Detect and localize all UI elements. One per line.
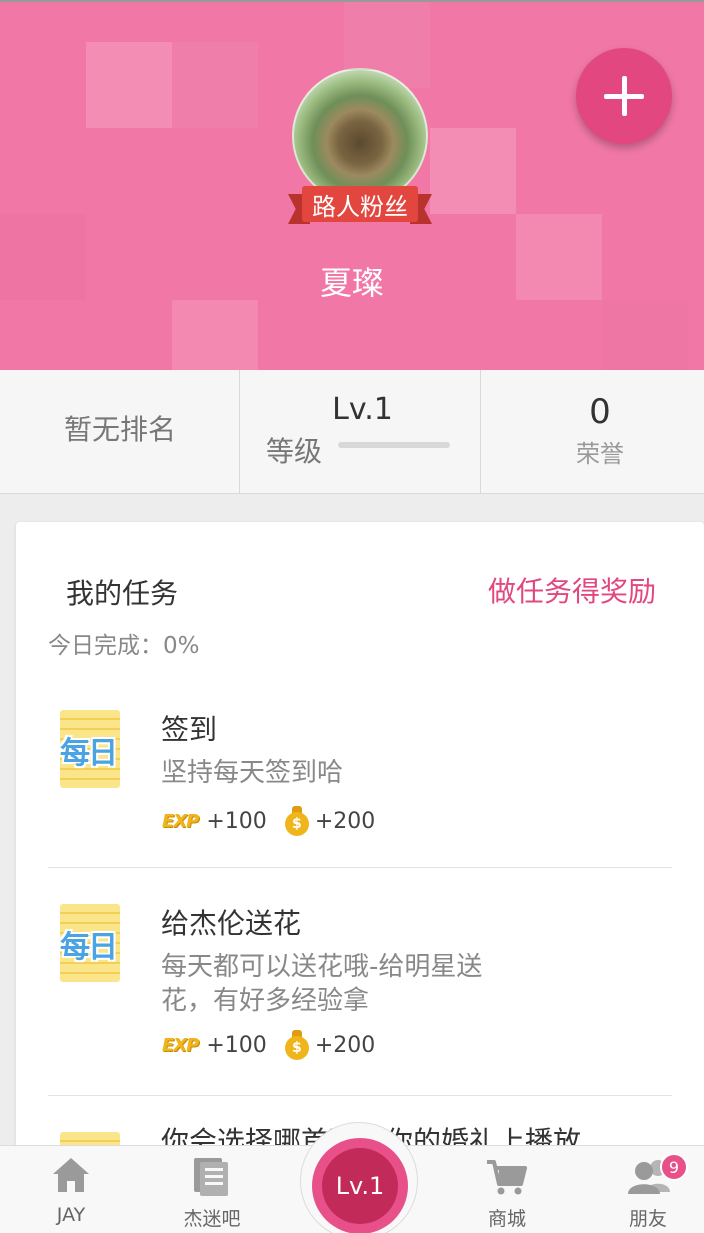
header-bg-tile <box>172 300 258 370</box>
level-stat[interactable]: Lv.1 等级 <box>240 370 481 494</box>
fan-level-badge: 路人粉丝 <box>288 184 432 226</box>
reward-link[interactable]: 做任务得奖励 <box>488 570 656 610</box>
fan-level-label: 路人粉丝 <box>302 186 418 222</box>
home-icon <box>53 1158 89 1192</box>
cart-icon <box>487 1160 527 1195</box>
stats-bar: 暂无排名 Lv.1 等级 0 荣誉 <box>0 370 704 494</box>
daily-icon-text: 每日 <box>60 930 118 965</box>
profile-header: 路人粉丝 夏璨 <box>0 0 704 370</box>
nav-item-jay[interactable]: JAY <box>11 1146 131 1233</box>
daily-progress: 今日完成：0% <box>48 633 200 659</box>
exp-icon: EXP <box>162 1034 199 1056</box>
coin-value: +200 <box>314 808 376 834</box>
task-name: 给杰伦送花 <box>161 907 302 940</box>
tasks-title: 我的任务 <box>66 577 179 610</box>
forum-icon <box>194 1158 228 1196</box>
add-button[interactable] <box>576 48 672 144</box>
coin-bag-icon: $ <box>284 806 309 836</box>
level-center-label: Lv.1 <box>322 1148 398 1224</box>
coin-bag-body: $ <box>284 812 309 836</box>
coin-bag-icon: $ <box>284 1030 309 1060</box>
rank-stat[interactable]: 暂无排名 <box>0 370 240 494</box>
daily-icon-text: 每日 <box>60 736 118 771</box>
header-bg-tile <box>602 300 688 370</box>
rank-text: 暂无排名 <box>63 413 176 446</box>
task-item[interactable]: 每日 签到 坚持每天签到哈 EXP +100 $ +200 <box>48 698 672 868</box>
task-reward: EXP +100 $ +200 <box>162 1030 375 1060</box>
nav-item-mall[interactable]: 商城 <box>447 1146 567 1233</box>
coin-bag-body: $ <box>284 1036 309 1060</box>
nav-item-forum[interactable]: 杰迷吧 <box>152 1146 272 1233</box>
honor-stat[interactable]: 0 荣誉 <box>481 370 704 494</box>
header-bg-tile <box>86 42 172 128</box>
task-item[interactable]: 每日 给杰伦送花 每天都可以送花哦-给明星送花，有好多经验拿 EXP +100 … <box>48 892 672 1096</box>
level-label: 等级 <box>266 435 323 468</box>
level-progress-bar <box>338 442 450 448</box>
task-desc: 坚持每天签到哈 <box>161 758 344 788</box>
task-name: 签到 <box>161 713 218 746</box>
plus-icon <box>621 76 627 116</box>
nav-label: 商城 <box>487 1208 526 1230</box>
task-desc: 每天都可以送花哦-给明星送花，有好多经验拿 <box>161 952 483 1016</box>
daily-icon: 每日 <box>48 710 128 790</box>
nav-item-friends[interactable]: 朋友 <box>588 1146 704 1233</box>
username: 夏璨 <box>319 264 384 302</box>
level-value: Lv.1 <box>332 392 393 427</box>
exp-value: +100 <box>206 1032 267 1058</box>
friends-notification-badge: 9 <box>660 1153 688 1181</box>
task-reward: EXP +100 $ +200 <box>162 806 375 836</box>
coin-value: +200 <box>314 1032 376 1058</box>
honor-value: 0 <box>589 392 611 432</box>
nav-label: 杰迷吧 <box>183 1208 241 1230</box>
header-bg-tile <box>430 128 516 214</box>
header-bg-tile <box>172 42 258 128</box>
nav-label: 朋友 <box>628 1208 667 1230</box>
exp-value: +100 <box>206 808 267 834</box>
exp-icon: EXP <box>162 810 199 832</box>
level-center-button[interactable]: Lv.1 <box>312 1138 408 1233</box>
daily-icon: 每日 <box>48 904 128 984</box>
honor-label: 荣誉 <box>576 440 624 468</box>
nav-label: JAY <box>56 1204 86 1226</box>
